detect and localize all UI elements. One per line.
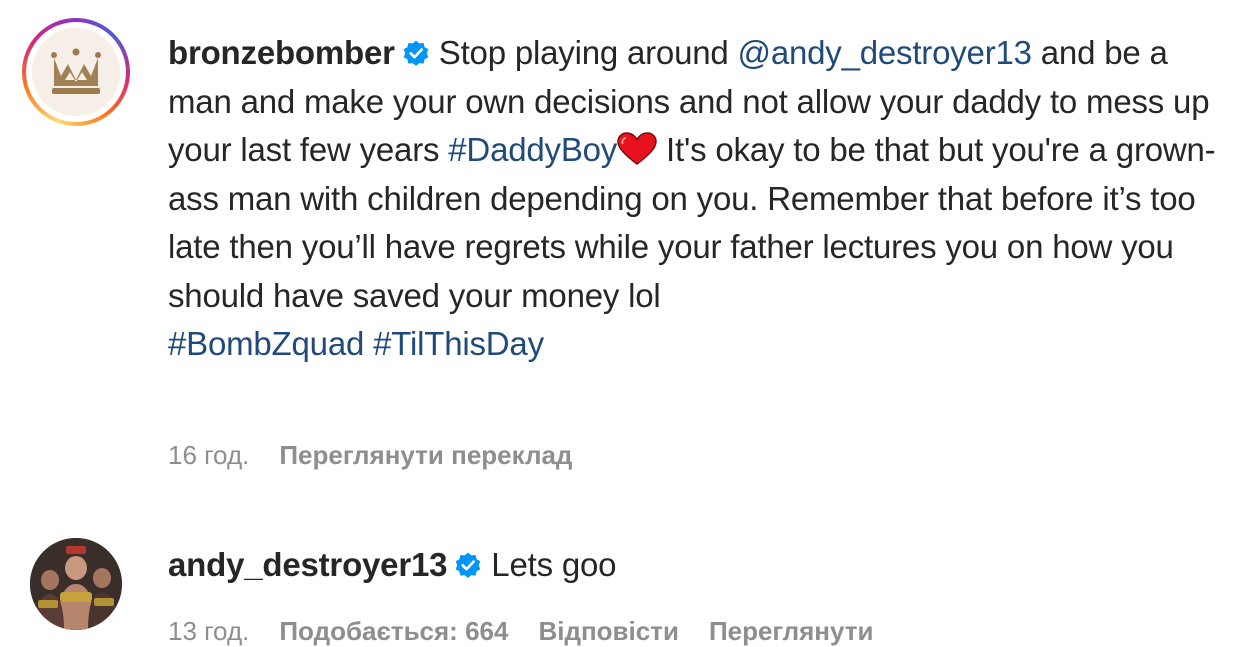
crown-logo-icon [32,28,120,116]
comment-username[interactable]: andy_destroyer13 [168,546,447,583]
comment-timestamp[interactable]: 13 год. [168,616,249,646]
comment-username[interactable]: bronzebomber [168,34,395,71]
see-translation-button[interactable]: Переглянути [709,616,874,646]
avatar-bronzebomber[interactable] [22,18,130,126]
heart-emoji-icon [617,132,657,165]
comment-timestamp[interactable]: 16 год. [168,440,249,470]
profile-photo-icon [30,538,122,630]
comment-text: andy_destroyer13 Lets goo [168,541,1238,590]
comment-text-part: Lets goo [491,546,617,583]
hashtag-link[interactable]: #DaddyBoy [448,131,617,168]
reply-button[interactable]: Відповісти [538,616,678,646]
avatar-andy-destroyer13[interactable] [30,538,122,630]
comment-meta: 16 год. Переглянути переклад [168,440,602,471]
comment-text-part: Stop playing around [438,34,738,71]
comment-meta: 13 год. Подобається: 664 Відповісти Перегля… [168,616,904,647]
likes-count[interactable]: Подобається: 664 [279,616,508,646]
hashtag-link[interactable]: #BombZquad [168,325,364,362]
verified-badge-icon [455,552,481,578]
see-translation-button[interactable]: Переглянути переклад [279,440,572,470]
hashtag-link[interactable]: #TilThisDay [373,325,544,362]
mention-link[interactable]: @andy_destroyer13 [738,34,1032,71]
comment-text: bronzebomber Stop playing around @andy_d… [168,29,1238,369]
verified-badge-icon [403,40,429,66]
